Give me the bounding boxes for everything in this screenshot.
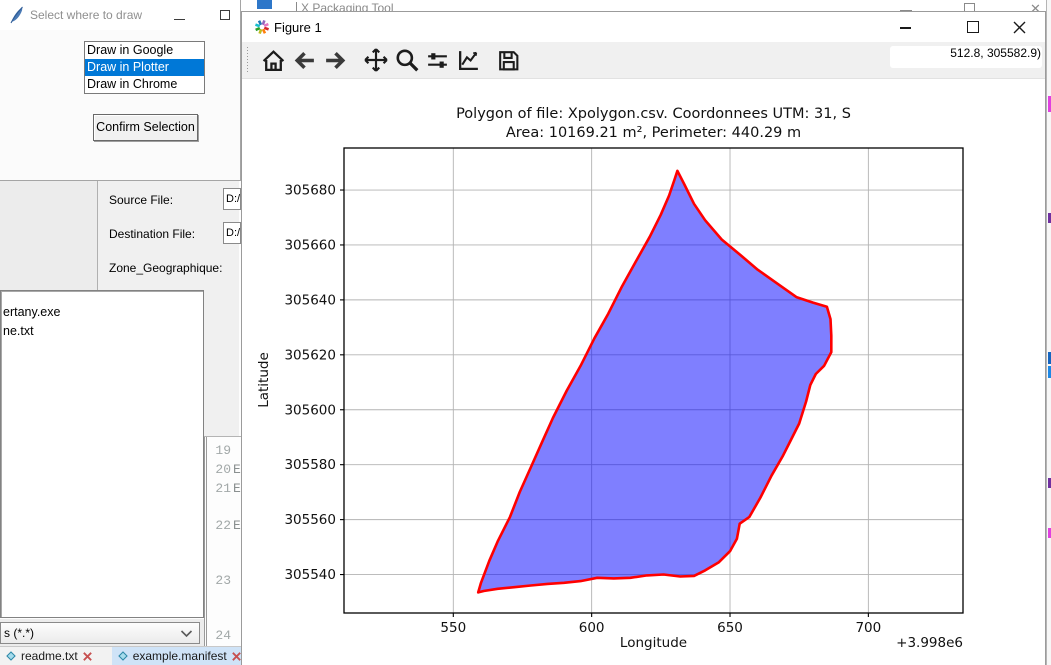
- file-type-filter-combobox[interactable]: s (*.*): [0, 622, 200, 644]
- draw-target-listbox[interactable]: Draw in GoogleDraw in PlotterDraw in Chr…: [84, 41, 205, 94]
- close-icon[interactable]: ✕: [1030, 2, 1041, 11]
- y-axis-label: Latitude: [256, 300, 272, 460]
- svg-text:305560: 305560: [284, 512, 336, 528]
- forward-arrow-icon: [323, 48, 348, 73]
- polygon-plot: 5506006507003055403055603055803056003056…: [344, 148, 963, 613]
- minimize-button[interactable]: [163, 0, 197, 30]
- svg-text:550: 550: [440, 620, 466, 636]
- close-tab-icon[interactable]: [82, 651, 93, 662]
- svg-text:305600: 305600: [284, 402, 336, 418]
- svg-text:600: 600: [579, 620, 605, 636]
- matplotlib-logo-icon: [254, 19, 270, 35]
- close-button[interactable]: [997, 12, 1042, 42]
- x-axis-offset-label: +3.998e6: [344, 635, 963, 651]
- filter-value: s (*.*): [4, 626, 34, 640]
- zoom-icon: [394, 47, 420, 73]
- tab-label: readme.txt: [21, 649, 78, 663]
- minimize-button[interactable]: [900, 3, 912, 11]
- figure-titlebar[interactable]: Figure 1: [242, 12, 1045, 42]
- figure-window-title: Figure 1: [274, 20, 322, 35]
- listbox-item-0[interactable]: Draw in Google: [85, 42, 204, 59]
- file-list-item[interactable]: ne.txt: [1, 322, 203, 341]
- destination-file-input[interactable]: D:/: [223, 222, 241, 244]
- svg-text:305680: 305680: [284, 183, 336, 199]
- customize-button[interactable]: [453, 45, 484, 76]
- plot-canvas[interactable]: Polygon of file: Xpolygon.csv. Coordonne…: [242, 79, 1045, 665]
- save-icon: [496, 48, 521, 73]
- packaging-tool-titlebar: X Packaging Tool ✕: [241, 0, 1051, 11]
- sliders-icon: [425, 48, 450, 73]
- cursor-coordinate-readout: 512.8, 305582.9): [950, 42, 1041, 64]
- listbox-item-1[interactable]: Draw in Plotter: [85, 59, 204, 76]
- plot-title-line1: Polygon of file: Xpolygon.csv. Coordonne…: [252, 106, 1051, 122]
- forward-button[interactable]: [320, 45, 351, 76]
- divider: [296, 2, 297, 11]
- maximize-button[interactable]: [210, 0, 241, 30]
- source-file-input[interactable]: D:/: [223, 188, 241, 210]
- home-button[interactable]: [258, 45, 289, 76]
- file-browser-window: ertany.exene.txt s (*.*): [0, 290, 207, 646]
- line-number: 21E: [207, 481, 241, 496]
- zoom-button[interactable]: [391, 45, 422, 76]
- toolbar-grip[interactable]: [246, 47, 250, 73]
- line-number: 20E: [207, 462, 241, 477]
- pan-button[interactable]: [360, 45, 391, 76]
- source-file-label: Source File:: [109, 193, 173, 207]
- destination-file-label: Destination File:: [109, 227, 195, 241]
- chevron-down-icon: [180, 630, 193, 638]
- file-list[interactable]: ertany.exene.txt: [0, 290, 204, 618]
- minimize-button[interactable]: [883, 12, 928, 42]
- packaging-tool-title: X Packaging Tool: [301, 1, 394, 11]
- editor-tab-readme.txt[interactable]: readme.txt: [0, 647, 98, 665]
- svg-text:305620: 305620: [284, 347, 336, 363]
- listbox-item-2[interactable]: Draw in Chrome: [85, 76, 204, 93]
- svg-text:305640: 305640: [284, 292, 336, 308]
- select-where-to-draw-window: Select where to draw Draw in GoogleDraw …: [0, 0, 241, 181]
- save-button[interactable]: [493, 45, 524, 76]
- confirm-selection-button[interactable]: Confirm Selection: [93, 114, 198, 141]
- svg-text:305540: 305540: [284, 567, 336, 583]
- back-arrow-icon: [292, 48, 317, 73]
- maximize-button[interactable]: [950, 12, 995, 42]
- editor-tab-example.manifest[interactable]: example.manifest: [112, 647, 247, 665]
- feather-icon: [9, 6, 25, 24]
- pan-icon: [363, 47, 389, 73]
- window-title: Select where to draw: [30, 8, 142, 22]
- packaging-tool-icon: [257, 0, 272, 9]
- svg-text:305660: 305660: [284, 237, 336, 253]
- editor-tab-bar: readme.txt example.manifest: [0, 646, 241, 665]
- line-number: 24: [207, 628, 241, 643]
- line-number: 22E: [207, 518, 241, 533]
- line-number: 23: [207, 573, 241, 588]
- plot-title-line2: Area: 10169.21 m², Perimeter: 440.29 m: [252, 125, 1051, 141]
- zone-geographique-label: Zone_Geographique:: [109, 261, 222, 275]
- tk-titlebar[interactable]: Select where to draw: [0, 0, 240, 30]
- tab-label: example.manifest: [133, 649, 227, 663]
- file-type-icon: [5, 650, 17, 662]
- home-icon: [261, 48, 286, 73]
- svg-text:305580: 305580: [284, 457, 336, 473]
- file-type-icon: [117, 650, 129, 662]
- figure-window: Figure 1: [241, 11, 1046, 665]
- packaging-tool-right-sliver: [1046, 0, 1051, 665]
- matplotlib-toolbar: 512.8, 305582.9): [242, 42, 1045, 79]
- file-list-item[interactable]: ertany.exe: [1, 303, 203, 322]
- editor-line-number-strip: 19 20E 21E 22E 23 24: [204, 437, 241, 646]
- subplots-button[interactable]: [422, 45, 453, 76]
- maximize-button[interactable]: [964, 3, 975, 11]
- back-button[interactable]: [289, 45, 320, 76]
- close-icon: [997, 12, 1042, 42]
- line-number: 19: [207, 443, 241, 458]
- svg-text:700: 700: [855, 620, 881, 636]
- svg-text:650: 650: [717, 620, 743, 636]
- line-chart-icon: [456, 48, 481, 73]
